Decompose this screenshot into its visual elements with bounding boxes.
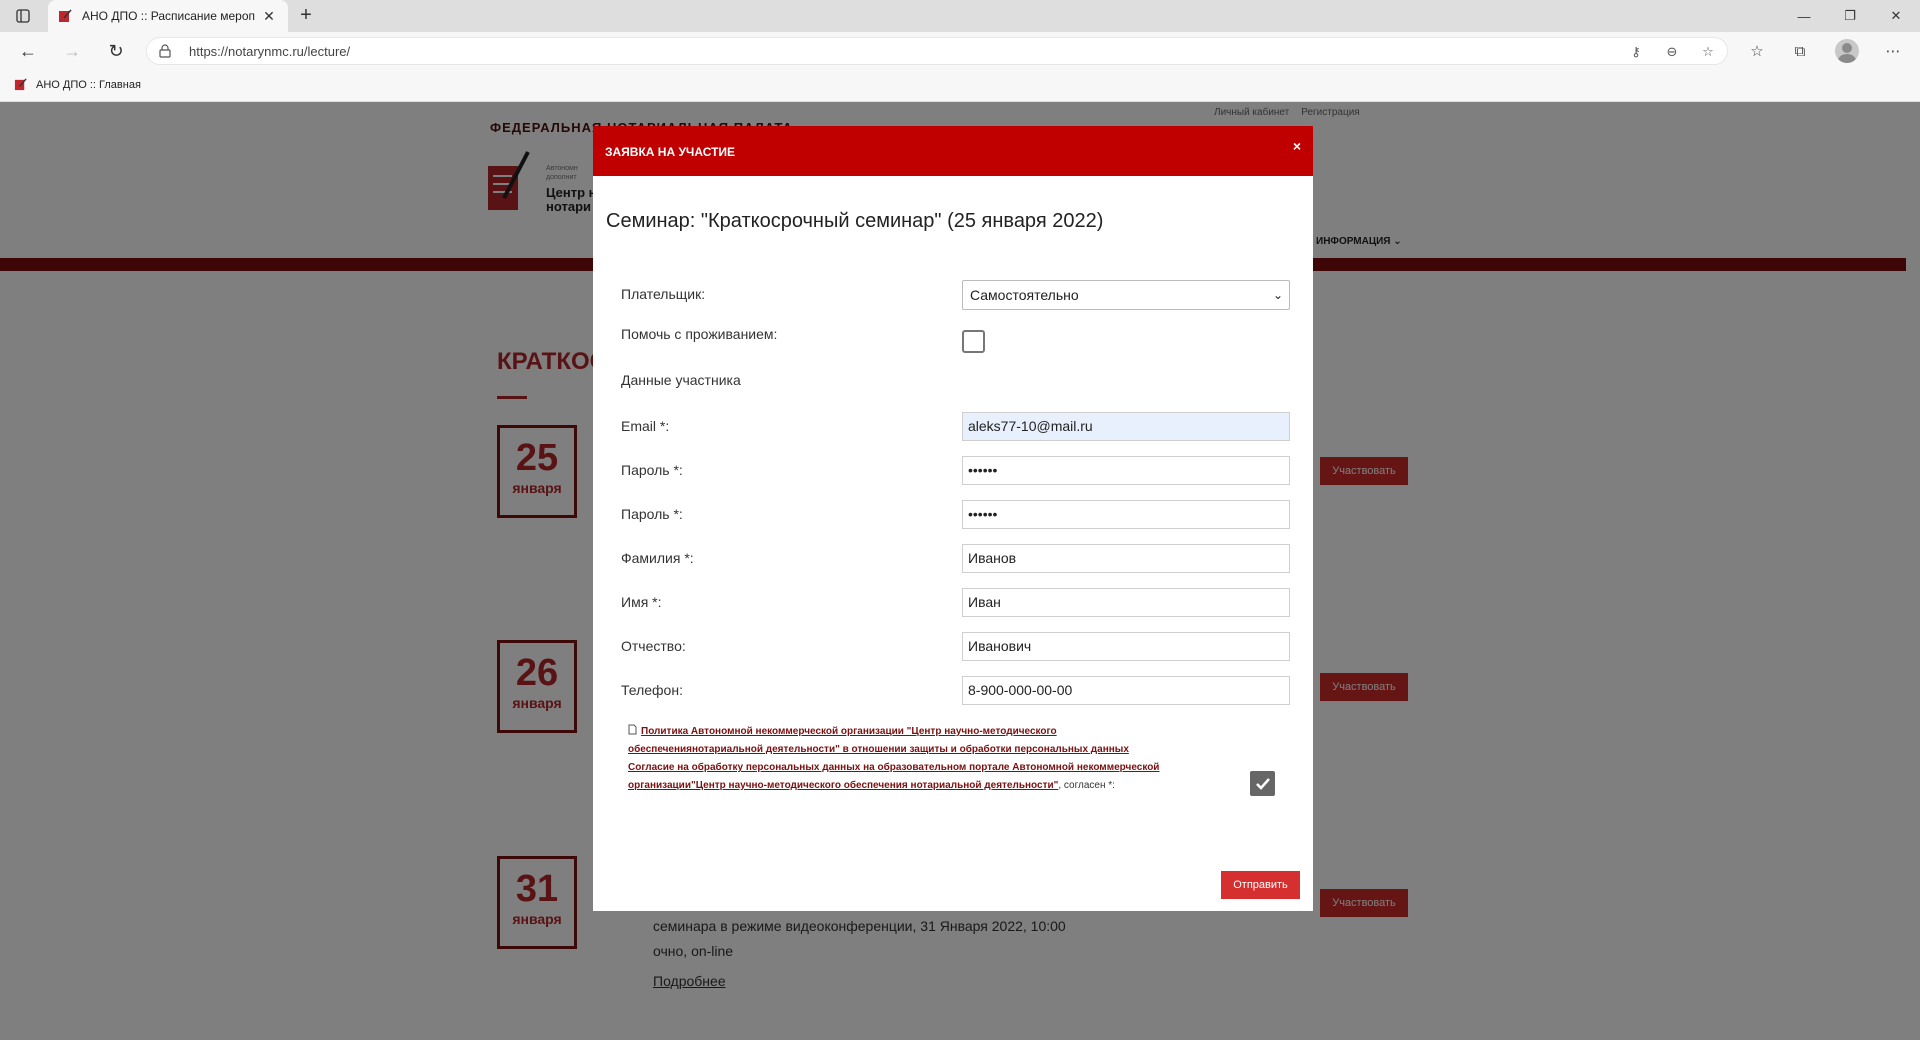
email-field[interactable]: aleks77-10@mail.ru — [962, 412, 1290, 441]
reload-icon[interactable]: ↻ — [102, 38, 130, 64]
surname-row: Фамилия *: Иванов — [593, 544, 1313, 574]
browser-tab[interactable]: АНО ДПО :: Расписание мероп ✕ — [48, 0, 288, 32]
favorite-add-icon[interactable]: ☆ — [1699, 43, 1717, 61]
browser-tab-bar: АНО ДПО :: Расписание мероп ✕ + — ❐ ✕ — [0, 0, 1920, 32]
bookmark-label: АНО ДПО :: Главная — [36, 78, 141, 91]
housing-checkbox[interactable] — [962, 330, 985, 353]
forward-icon[interactable]: → — [58, 38, 86, 64]
submit-button[interactable]: Отправить — [1221, 871, 1300, 899]
back-icon[interactable]: ← — [14, 38, 42, 64]
checkmark-icon — [1255, 777, 1270, 790]
tab-actions-icon[interactable] — [8, 4, 38, 28]
seminar-heading: Семинар: "Краткосрочный семинар" (25 янв… — [606, 210, 1104, 232]
payer-select[interactable]: Самостоятельно ⌄ — [962, 280, 1290, 310]
password-label: Пароль *: — [621, 462, 683, 478]
collections-icon[interactable]: ⧉ — [1788, 39, 1812, 63]
patronymic-field[interactable]: Иванович — [962, 632, 1290, 661]
password-confirm-field[interactable]: •••••• — [962, 500, 1290, 529]
tab-close-icon[interactable]: ✕ — [260, 8, 278, 25]
name-field[interactable]: Иван — [962, 588, 1290, 617]
housing-row: Помочь с проживанием: — [593, 324, 1313, 354]
bookmark-home[interactable]: АНО ДПО :: Главная — [14, 78, 141, 91]
bookmarks-bar: АНО ДПО :: Главная — [0, 70, 1920, 102]
window-close-icon[interactable]: ✕ — [1873, 0, 1919, 32]
address-bar[interactable]: https://notarynmc.ru/lecture/ ⚷ ⊖ ☆ — [146, 37, 1728, 65]
site-favicon-icon — [14, 78, 27, 91]
privacy-policy-link[interactable]: Политика Автономной некоммерческой орган… — [628, 726, 1129, 755]
email-row: Email *: aleks77-10@mail.ru — [593, 412, 1313, 442]
restore-icon[interactable]: ❐ — [1827, 0, 1873, 32]
privacy-policy-block: Политика Автономной некоммерческой орган… — [628, 723, 1188, 795]
housing-label: Помочь с проживанием: — [621, 326, 778, 342]
document-icon — [628, 724, 637, 735]
password-confirm-label: Пароль *: — [621, 506, 683, 522]
consent-checkbox[interactable] — [1250, 771, 1275, 796]
favorites-icon[interactable]: ☆ — [1745, 39, 1769, 63]
new-tab-icon[interactable]: + — [294, 4, 318, 28]
participant-section-label: Данные участника — [621, 372, 741, 388]
chevron-down-icon: ⌄ — [1272, 288, 1283, 302]
browser-toolbar: ← → ↻ https://notarynmc.ru/lecture/ ⚷ ⊖ … — [0, 32, 1920, 70]
key-icon[interactable]: ⚷ — [1627, 43, 1645, 61]
url-text: https://notarynmc.ru/lecture/ — [189, 44, 351, 59]
consent-suffix: , согласен *: — [1058, 780, 1115, 791]
surname-field[interactable]: Иванов — [962, 544, 1290, 573]
registration-modal: ЗАЯВКА НА УЧАСТИЕ × Семинар: "Краткосроч… — [593, 126, 1313, 911]
password-confirm-row: Пароль *: •••••• — [593, 500, 1313, 530]
zoom-icon[interactable]: ⊖ — [1663, 43, 1681, 61]
minimize-icon[interactable]: — — [1781, 0, 1827, 32]
profile-avatar[interactable] — [1835, 39, 1859, 63]
modal-title: ЗАЯВКА НА УЧАСТИЕ — [605, 145, 736, 159]
modal-header: ЗАЯВКА НА УЧАСТИЕ × — [593, 126, 1313, 176]
site-favicon-icon — [59, 9, 72, 22]
surname-label: Фамилия *: — [621, 550, 694, 566]
phone-field[interactable]: 8-900-000-00-00 — [962, 676, 1290, 705]
payer-row: Плательщик: Самостоятельно ⌄ — [593, 280, 1313, 310]
name-label: Имя *: — [621, 594, 662, 610]
phone-label: Телефон: — [621, 682, 683, 698]
more-menu-icon[interactable]: ⋯ — [1881, 39, 1905, 63]
patronymic-row: Отчество: Иванович — [593, 632, 1313, 662]
name-row: Имя *: Иван — [593, 588, 1313, 618]
password-field[interactable]: •••••• — [962, 456, 1290, 485]
payer-label: Плательщик: — [621, 286, 706, 302]
tab-title: АНО ДПО :: Расписание мероп — [82, 9, 256, 23]
patronymic-label: Отчество: — [621, 638, 686, 654]
email-label: Email *: — [621, 418, 670, 434]
close-icon[interactable]: × — [1293, 138, 1301, 154]
password-row: Пароль *: •••••• — [593, 456, 1313, 486]
phone-row: Телефон: 8-900-000-00-00 — [593, 676, 1313, 706]
lock-icon — [159, 44, 171, 58]
